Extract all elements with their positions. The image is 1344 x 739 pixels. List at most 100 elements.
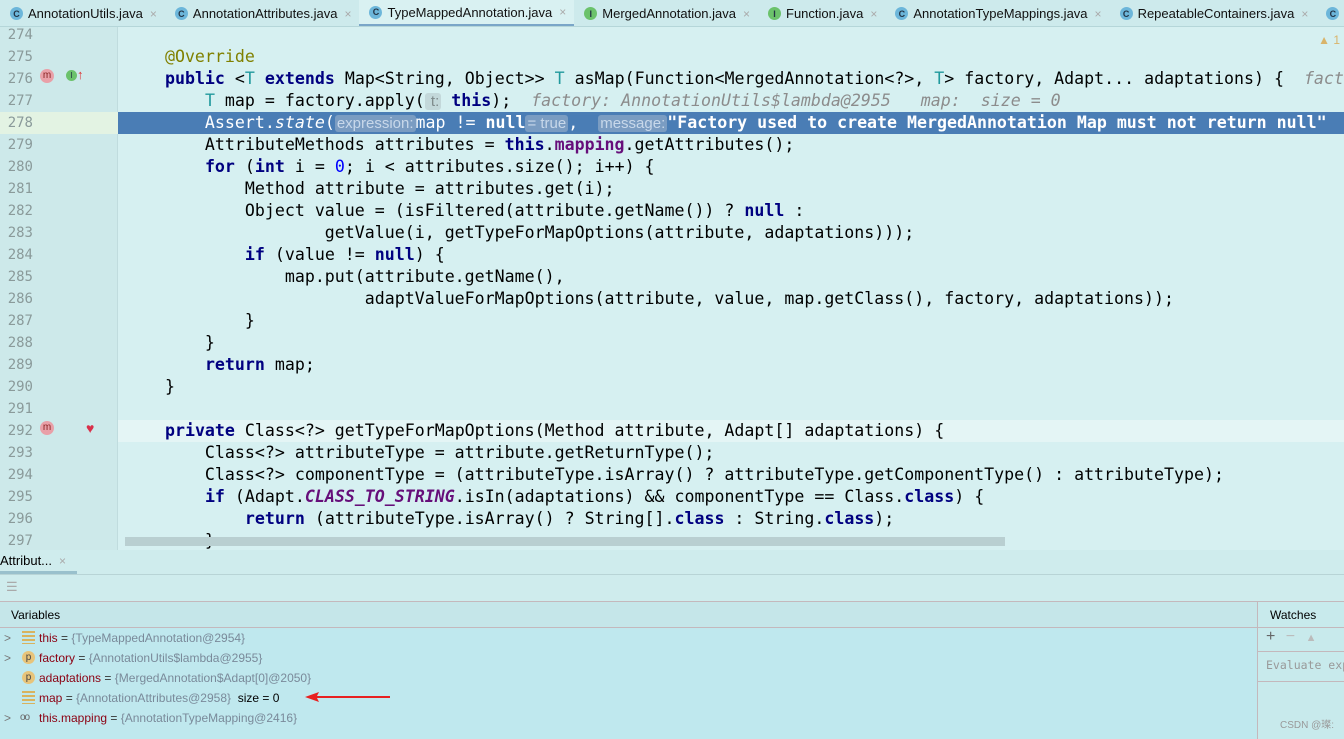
implements-icon[interactable]: I [66,70,77,81]
line-number[interactable]: 295 [0,486,33,508]
layout-icon[interactable]: ☰ [6,579,18,595]
variable-row[interactable]: map = {AnnotationAttributes@2958} size =… [0,688,1257,708]
line-number[interactable]: 284 [0,244,33,266]
class-file-icon: C [10,7,23,20]
close-icon[interactable]: × [59,554,66,568]
code-token: ); [874,509,895,528]
code-line[interactable]: Method attribute = attributes.get(i); [125,178,615,200]
line-number[interactable]: 282 [0,200,33,222]
expand-chevron-icon[interactable]: > [4,648,11,668]
code-token: class [904,487,955,506]
line-number[interactable]: 279 [0,134,33,156]
editor-tab[interactable]: I MergedAnnotation.java × [574,0,758,26]
line-number[interactable]: 280 [0,156,33,178]
editor-tab[interactable]: C AnnotationUtils.java × [0,0,165,26]
code-line[interactable]: return map; [125,354,315,376]
line-number[interactable]: 291 [0,398,33,420]
code-line[interactable]: for (int i = 0; i < attributes.size(); i… [125,156,655,178]
variable-row[interactable]: > this = {TypeMappedAnnotation@2954} [0,628,1257,648]
field-icon [22,631,35,644]
close-tab-icon[interactable]: × [559,5,566,19]
line-number[interactable]: 294 [0,464,33,486]
code-line[interactable]: Class<?> componentType = (attributeType.… [125,464,1224,486]
add-watch-icon[interactable]: + [1266,628,1275,645]
variable-row[interactable]: p adaptations = {MergedAnnotation$Adapt[0… [0,668,1257,688]
variable-value: {AnnotationAttributes@2958} [76,691,232,705]
editor-tab[interactable]: C AnnotationAttributes.java × [165,0,360,26]
close-tab-icon[interactable]: × [743,7,750,21]
line-number[interactable]: 276 [0,68,33,90]
line-number[interactable]: 286 [0,288,33,310]
code-line[interactable]: } [125,332,215,354]
close-tab-icon[interactable]: × [1301,7,1308,21]
line-number[interactable]: 290 [0,376,33,398]
code-line[interactable]: @Override [125,46,255,68]
line-number[interactable]: 285 [0,266,33,288]
code-line[interactable]: Assert.state(expression: map != null = tru… [125,112,1327,134]
variable-value: {AnnotationTypeMapping@2416} [120,711,298,725]
code-line[interactable]: if (Adapt.CLASS_TO_STRING.isIn(adaptatio… [125,486,984,508]
line-number[interactable]: 278 [0,112,118,134]
code-token: 0 [334,157,345,176]
code-line[interactable]: map.put(attribute.getName(), [125,266,565,288]
code-line[interactable]: return (attributeType.isArray() ? String… [125,508,894,530]
code-line[interactable]: adaptValueForMapOptions(attribute, value… [125,288,1174,310]
debug-session-tab[interactable]: Attribut... × [0,550,77,574]
editor-tab[interactable]: CAn [1316,0,1344,26]
line-number[interactable]: 289 [0,354,33,376]
code-line[interactable]: Class<?> attributeType = attribute.getRe… [125,442,715,464]
line-number[interactable]: 281 [0,178,33,200]
editor-tab[interactable]: I Function.java × [758,0,885,26]
variable-name: map [39,691,63,705]
code-line[interactable]: if (value != null) { [125,244,445,266]
evaluate-expression-input[interactable]: Evaluate expression [1258,652,1344,682]
line-number[interactable]: 293 [0,442,33,464]
line-number[interactable]: 297 [0,530,33,550]
method-icon[interactable]: m [40,421,54,435]
line-number[interactable]: 274 [0,27,33,46]
line-number[interactable]: 283 [0,222,33,244]
code-line[interactable]: AttributeMethods attributes = this.mappi… [125,134,794,156]
code-line[interactable]: getValue(i, getTypeForMapOptions(attribu… [125,222,914,244]
tab-label: Function.java [786,6,864,21]
code-line[interactable]: Object value = (isFiltered(attribute.get… [125,200,804,222]
move-up-icon[interactable]: ▲ [1306,632,1317,644]
gutter: 274 275 276 277 278 279 280 281 282 283 284 285 286 2… [0,27,118,550]
editor-tab[interactable]: C TypeMappedAnnotation.java × [359,0,575,26]
code-line[interactable]: private Class<?> getTypeForMapOptions(Me… [125,420,944,442]
code-line[interactable]: T map = factory.apply( t: this); factory… [125,90,1061,112]
code-token: extends [264,69,335,88]
class-file-icon: C [895,7,909,20]
code-line[interactable]: public <T extends Map<String, Object>> T… [125,68,1344,90]
line-number[interactable]: 296 [0,508,33,530]
editor-tab[interactable]: C AnnotationTypeMappings.java × [885,0,1109,26]
variable-row[interactable]: > p factory = {AnnotationUtils$lambda@2955… [0,648,1257,668]
close-tab-icon[interactable]: × [870,7,877,21]
code-line[interactable]: } [125,310,255,332]
tab-label: RepeatableContainers.java [1137,6,1295,21]
close-tab-icon[interactable]: × [1095,7,1102,21]
line-number[interactable]: 287 [0,310,33,332]
code-token: . [544,135,555,154]
close-tab-icon[interactable]: × [344,7,351,21]
horizontal-scrollbar[interactable] [125,537,1005,546]
code-line[interactable]: } [125,376,175,398]
variable-name: this [39,631,58,645]
expand-chevron-icon[interactable]: > [4,628,11,648]
variable-row[interactable]: > oo this.mapping = {AnnotationTypeMapping… [0,708,1257,728]
line-number[interactable]: 288 [0,332,33,354]
close-tab-icon[interactable]: × [150,7,157,21]
remove-watch-icon[interactable]: − [1286,628,1295,645]
breakpoint-check-icon[interactable]: ♥ [86,420,94,436]
line-number[interactable]: 275 [0,46,33,68]
class-file-icon: C [1119,7,1133,20]
line-number[interactable]: 277 [0,90,33,112]
warning-indicator[interactable]: ▲ 1 [1318,33,1340,47]
line-number[interactable]: 292 [0,420,33,442]
method-override-icon[interactable]: m [40,69,54,83]
editor-tab[interactable]: C RepeatableContainers.java × [1110,0,1317,26]
code-editor[interactable]: 274 275 276 277 278 279 280 281 282 283 284 285 286 2… [0,27,1344,550]
expand-chevron-icon[interactable]: > [4,708,11,728]
